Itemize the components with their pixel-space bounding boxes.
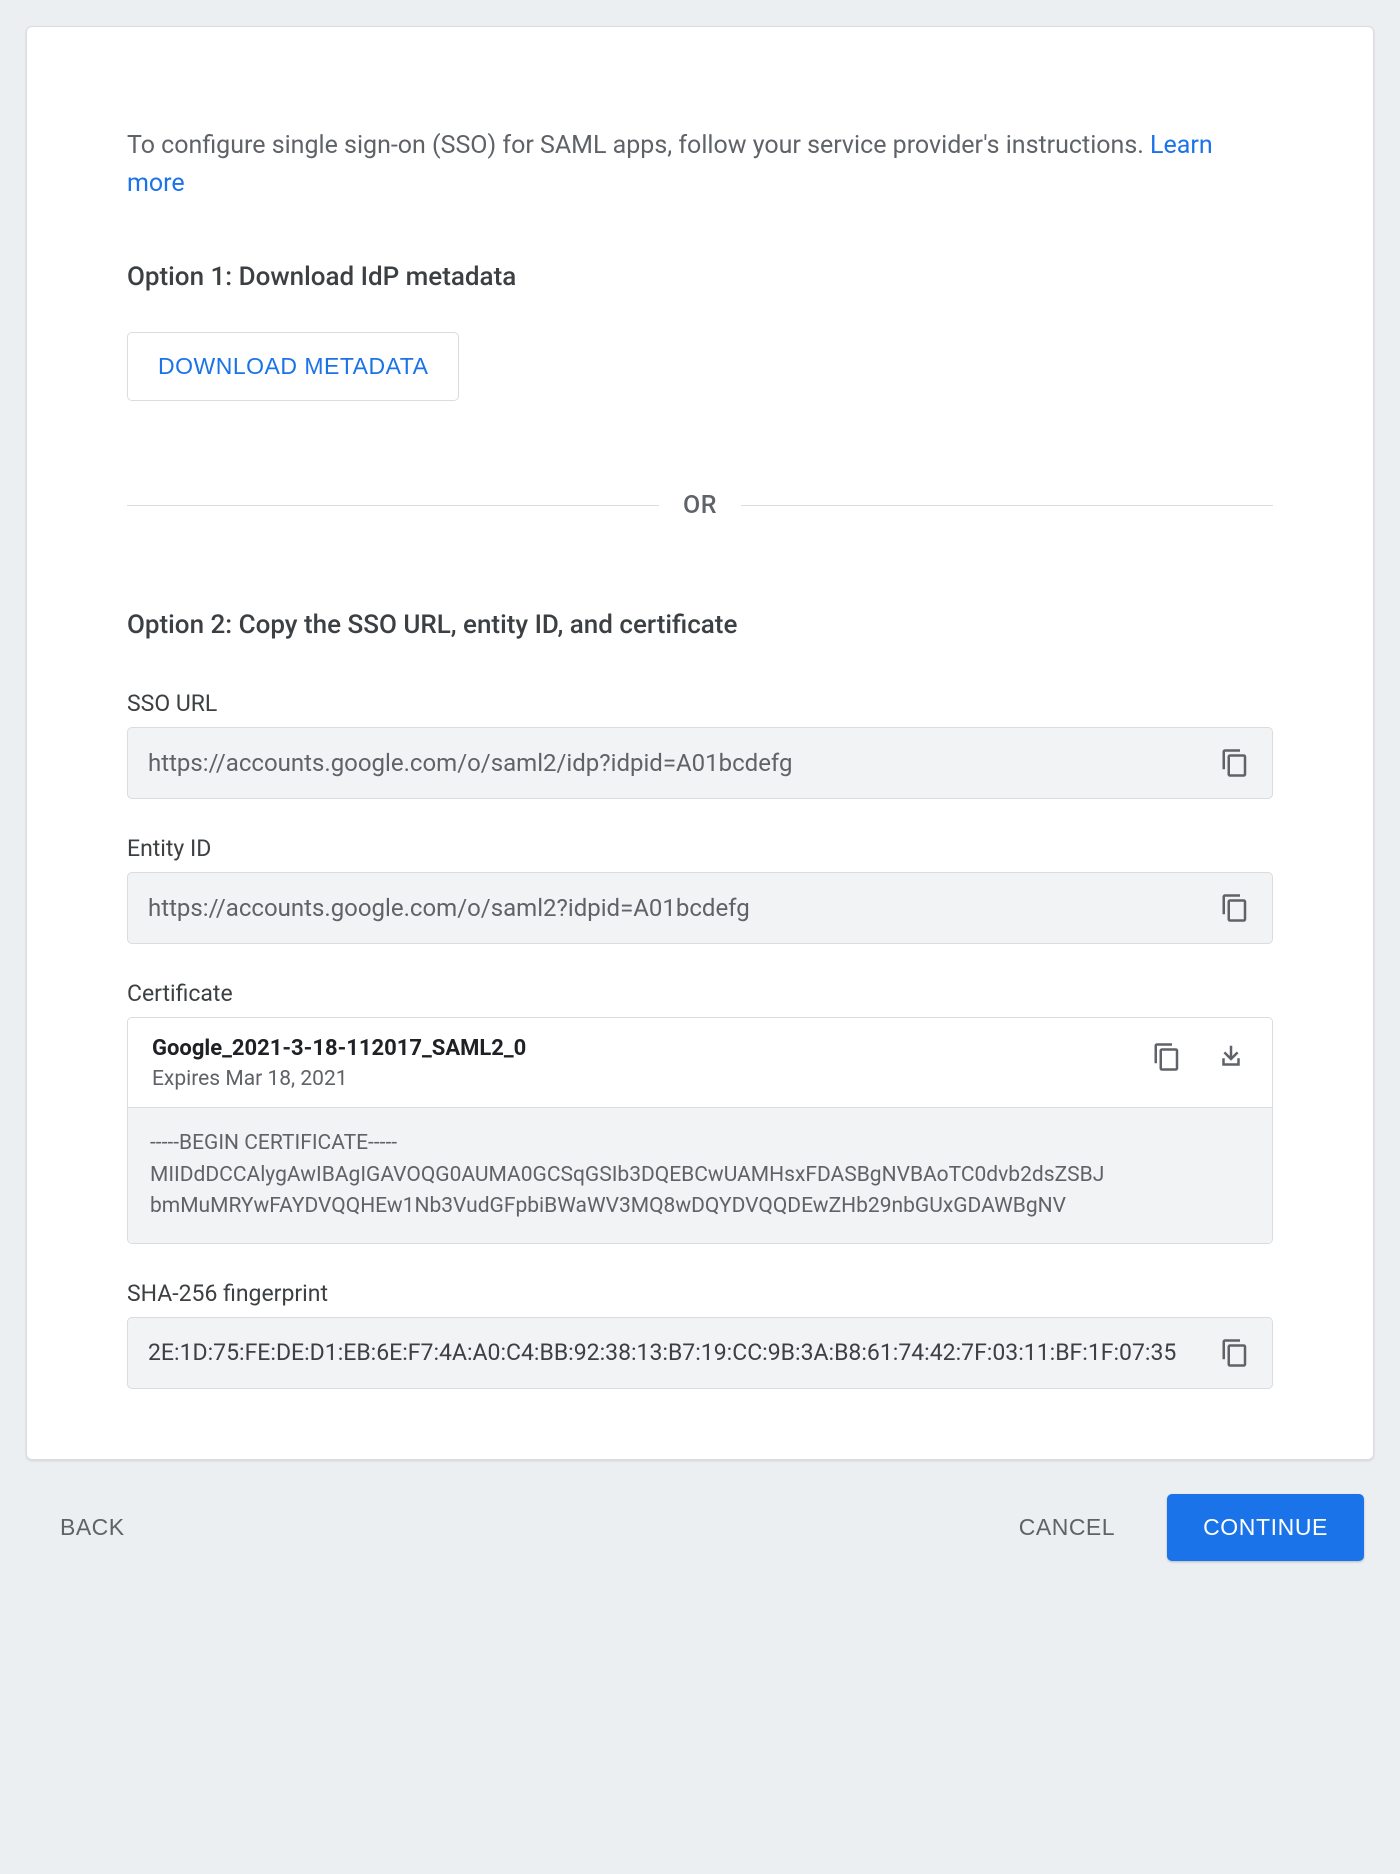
- sso-url-value: https://accounts.google.com/o/saml2/idp?…: [148, 749, 1198, 777]
- divider-line-left: [127, 505, 659, 506]
- continue-button[interactable]: CONTINUE: [1167, 1494, 1364, 1561]
- footer-right: CANCEL CONTINUE: [1015, 1494, 1364, 1561]
- certificate-actions: [1150, 1036, 1248, 1074]
- sso-url-box: https://accounts.google.com/o/saml2/idp?…: [127, 727, 1273, 799]
- certificate-box: Google_2021-3-18-112017_SAML2_0 Expires …: [127, 1017, 1273, 1244]
- certificate-expires: Expires Mar 18, 2021: [152, 1067, 526, 1091]
- fingerprint-block: SHA-256 fingerprint 2E:1D:75:FE:DE:D1:EB…: [127, 1280, 1273, 1389]
- certificate-label: Certificate: [127, 980, 1273, 1007]
- or-divider: OR: [127, 491, 1273, 520]
- option1-heading: Option 1: Download IdP metadata: [127, 262, 1273, 292]
- idp-info-card: To configure single sign-on (SSO) for SA…: [26, 26, 1374, 1460]
- or-label: OR: [659, 491, 741, 520]
- download-icon[interactable]: [1214, 1040, 1248, 1074]
- download-metadata-button[interactable]: DOWNLOAD METADATA: [127, 332, 459, 401]
- certificate-block: Certificate Google_2021-3-18-112017_SAML…: [127, 980, 1273, 1244]
- sso-url-block: SSO URL https://accounts.google.com/o/sa…: [127, 690, 1273, 799]
- copy-icon[interactable]: [1218, 891, 1252, 925]
- back-button[interactable]: BACK: [56, 1504, 129, 1551]
- entity-id-label: Entity ID: [127, 835, 1273, 862]
- cancel-button[interactable]: CANCEL: [1015, 1504, 1119, 1551]
- fingerprint-value: 2E:1D:75:FE:DE:D1:EB:6E:F7:4A:A0:C4:BB:9…: [148, 1339, 1198, 1366]
- copy-icon[interactable]: [1150, 1040, 1184, 1074]
- divider-line-right: [741, 505, 1273, 506]
- certificate-header: Google_2021-3-18-112017_SAML2_0 Expires …: [128, 1018, 1272, 1107]
- sso-url-label: SSO URL: [127, 690, 1273, 717]
- entity-id-block: Entity ID https://accounts.google.com/o/…: [127, 835, 1273, 944]
- fingerprint-label: SHA-256 fingerprint: [127, 1280, 1273, 1307]
- footer-bar: BACK CANCEL CONTINUE: [26, 1460, 1374, 1571]
- option2-heading: Option 2: Copy the SSO URL, entity ID, a…: [127, 610, 1273, 640]
- certificate-name: Google_2021-3-18-112017_SAML2_0: [152, 1036, 526, 1061]
- entity-id-value: https://accounts.google.com/o/saml2?idpi…: [148, 894, 1198, 922]
- intro-text: To configure single sign-on (SSO) for SA…: [127, 127, 1273, 202]
- copy-icon[interactable]: [1218, 746, 1252, 780]
- copy-icon[interactable]: [1218, 1336, 1252, 1370]
- entity-id-box: https://accounts.google.com/o/saml2?idpi…: [127, 872, 1273, 944]
- certificate-body[interactable]: -----BEGIN CERTIFICATE----- MIIDdDCCAlyg…: [128, 1107, 1272, 1243]
- intro-copy: To configure single sign-on (SSO) for SA…: [127, 131, 1150, 160]
- fingerprint-box: 2E:1D:75:FE:DE:D1:EB:6E:F7:4A:A0:C4:BB:9…: [127, 1317, 1273, 1389]
